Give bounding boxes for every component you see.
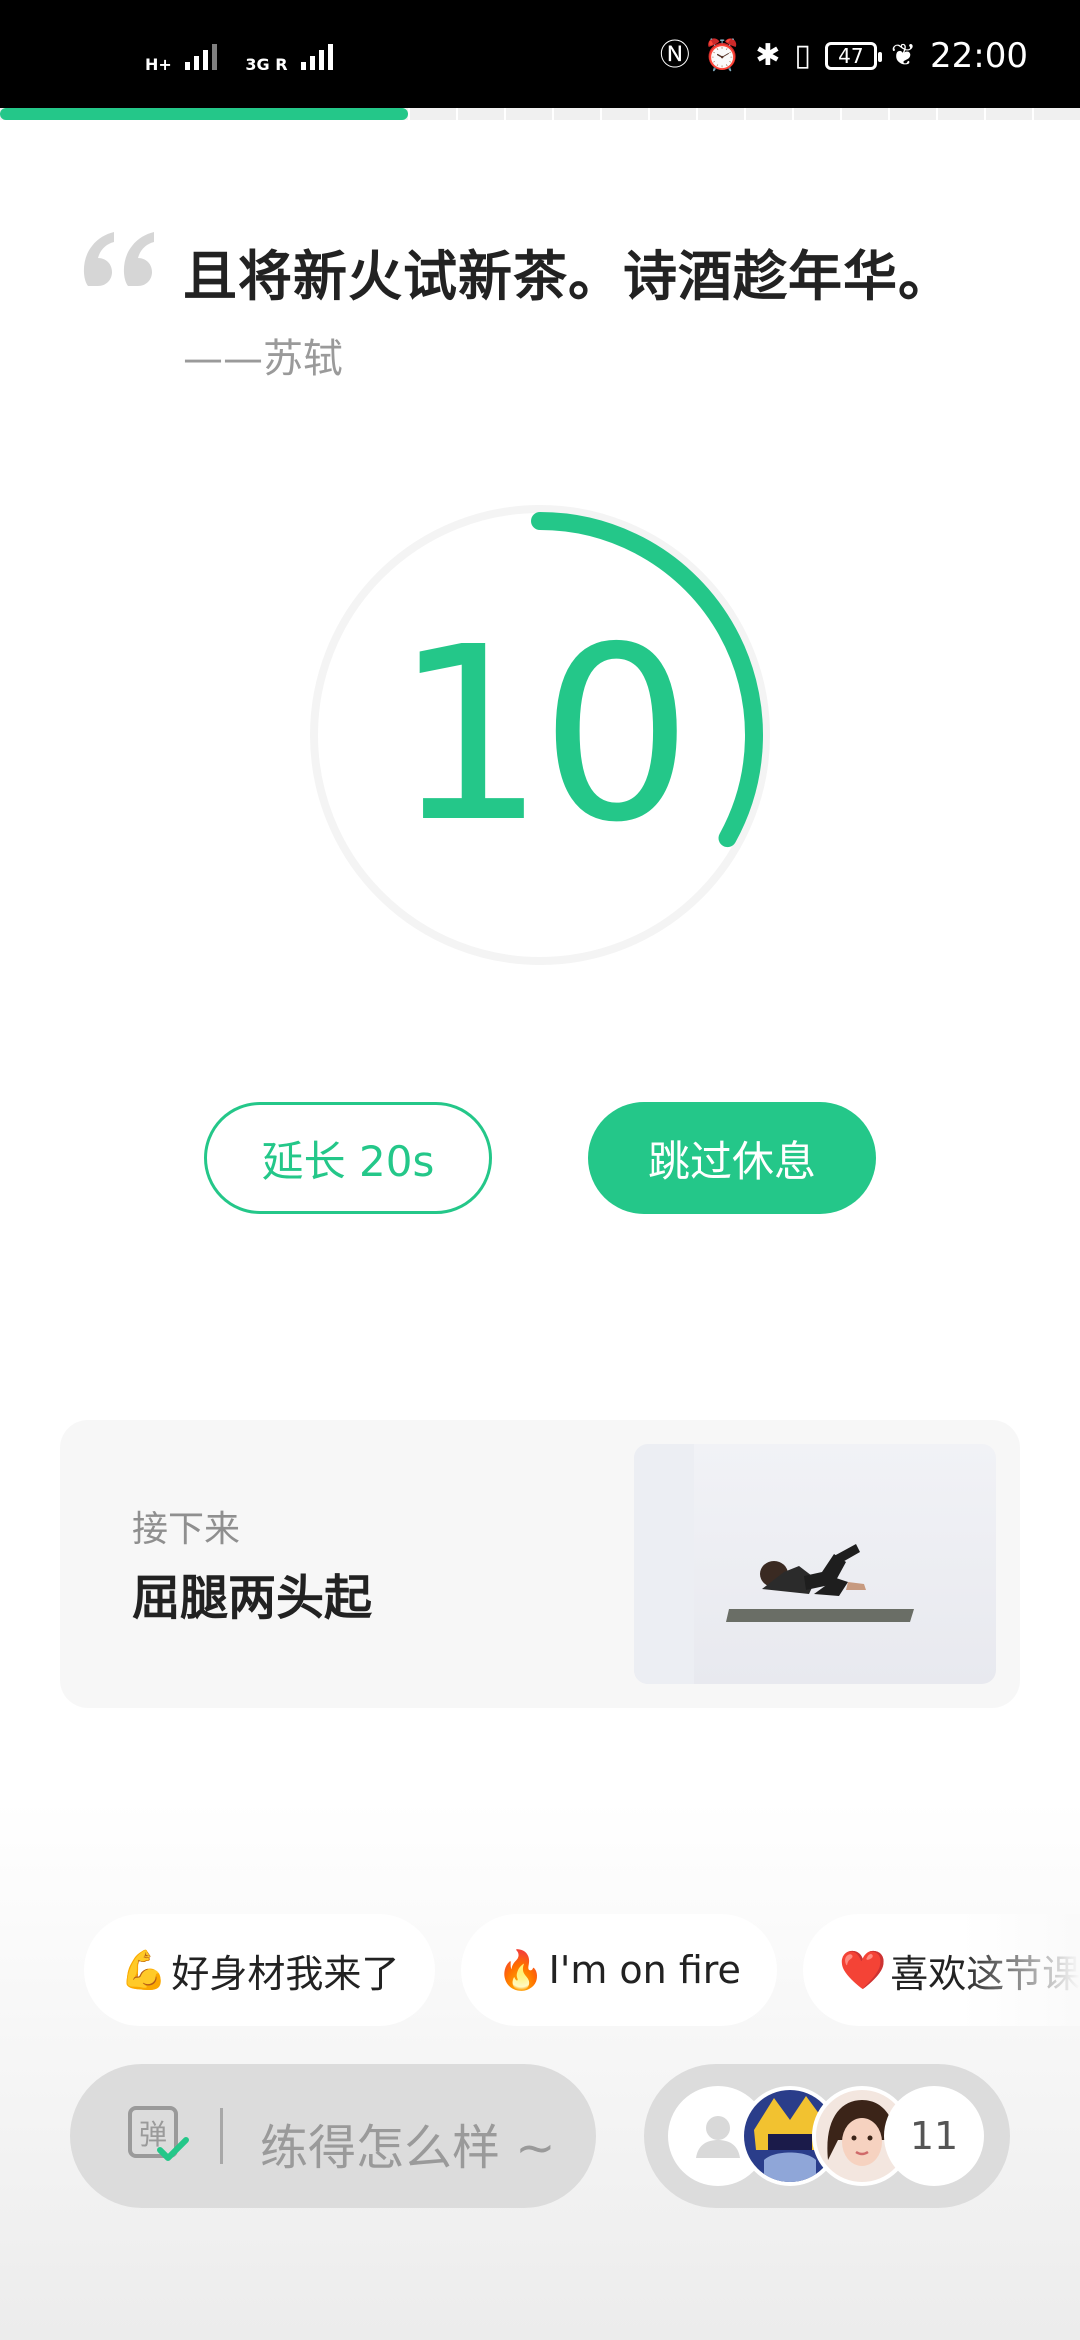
comment-divider (220, 2108, 223, 2164)
progress-segments (408, 108, 1080, 120)
reaction-chip-label: I'm on fire (548, 1948, 741, 1992)
quote-text: 且将新火试新茶。诗酒趁年华。 (183, 245, 953, 308)
status-icons: Ⓝ ⏰ ✱ ▯ 47 ❦ 22:00 (660, 36, 1028, 76)
chips-scroll-fade (960, 1914, 1080, 2026)
next-label: 接下来 (132, 1509, 241, 1550)
signal-bars-icon (301, 44, 334, 70)
reaction-chip[interactable]: 🔥 I'm on fire (461, 1914, 777, 2026)
next-exercise-title: 屈腿两头起 (132, 1570, 373, 1626)
extend-rest-button[interactable]: 延长 20s (204, 1102, 492, 1214)
clock: 22:00 (930, 36, 1028, 76)
danmaku-toggle-icon[interactable]: 弹 (126, 2104, 190, 2168)
alarm-icon: ⏰ (703, 38, 742, 73)
exercise-preview-image (634, 1444, 996, 1684)
workout-progress-bar (0, 108, 1080, 120)
reaction-chip-label: 好身材我来了 (171, 1951, 400, 1996)
comment-placeholder: 练得怎么样 ~ (260, 2120, 556, 2176)
signal-2: 3G R (245, 44, 334, 74)
rest-timer-count: 10 (393, 595, 692, 875)
leaf-icon: ❦ (890, 38, 917, 73)
bluetooth-icon: ✱ (755, 38, 781, 73)
heart-icon: ❤️ (838, 1947, 887, 1992)
status-bar: H+ 3G R Ⓝ ⏰ ✱ ▯ 47 ❦ 22:00 (0, 0, 1080, 108)
signal-2-label: 3G R (245, 55, 288, 74)
workout-progress-fill (0, 108, 409, 120)
signal-1: H+ (145, 44, 218, 74)
flexed-biceps-icon: 💪 (120, 1947, 168, 1992)
comment-input[interactable]: 弹 练得怎么样 ~ (70, 2064, 596, 2208)
nfc-icon: Ⓝ (659, 38, 690, 73)
vibrate-icon: ▯ (794, 38, 811, 73)
skip-rest-button[interactable]: 跳过休息 (588, 1102, 876, 1214)
quote-mark-icon (83, 232, 154, 286)
reaction-chip[interactable]: 💪 好身材我来了 (84, 1914, 436, 2026)
signal-1-label: H+ (145, 55, 172, 74)
participants-bar[interactable]: 11 (644, 2064, 1010, 2208)
participant-count: 11 (884, 2086, 984, 2186)
next-exercise-card[interactable]: 接下来 屈腿两头起 (60, 1420, 1020, 1708)
signal-indicators: H+ 3G R (145, 44, 334, 74)
quote-author: ——苏轼 (183, 336, 343, 382)
signal-bars-icon (185, 44, 218, 70)
battery-level: 47 (838, 44, 864, 68)
fire-icon: 🔥 (497, 1947, 545, 1992)
svg-text:弹: 弹 (139, 2118, 167, 2151)
battery-icon: 47 (824, 42, 882, 70)
reaction-chips: 💪 好身材我来了 🔥 I'm on fire ❤️ 喜欢这节课 (84, 1914, 1080, 2026)
